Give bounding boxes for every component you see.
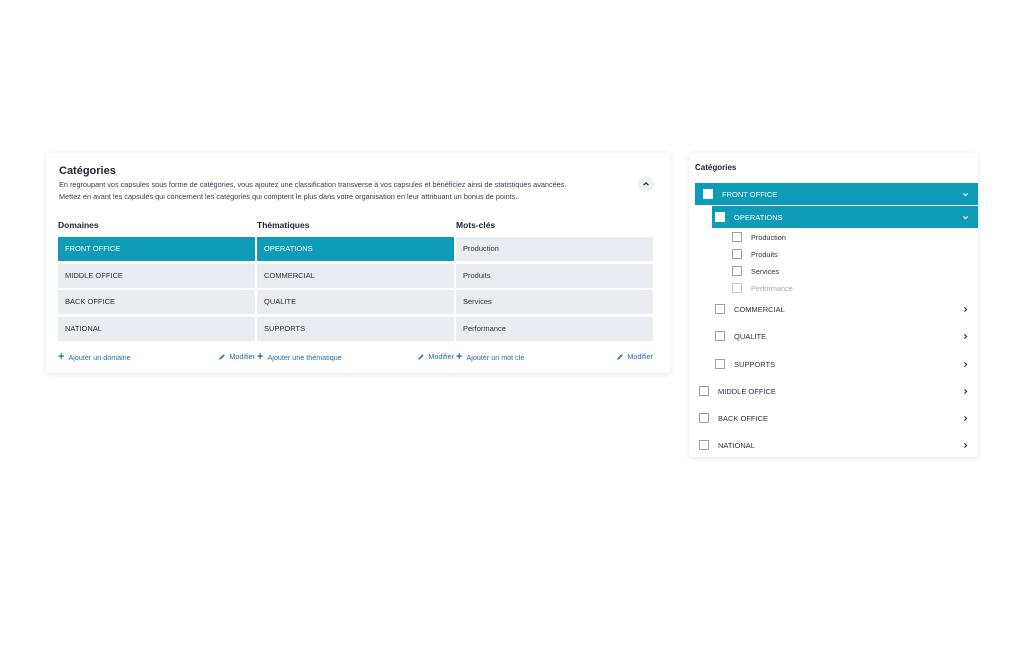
keywords-actions: + Ajouter un mot clé Modifier: [456, 352, 653, 364]
checkbox[interactable]: [715, 331, 725, 341]
description-line-2: Mettez en avant les capsules qui concern…: [59, 192, 518, 201]
tree-domain-back-office[interactable]: BACK OFFICE: [699, 407, 978, 429]
domain-item-national[interactable]: NATIONAL: [58, 316, 255, 341]
theme-item-qualite[interactable]: QUALITE: [257, 290, 454, 314]
tree-label: OPERATIONS: [734, 212, 783, 222]
keywords-column: Mots-clés Production Produits Services P…: [456, 217, 653, 343]
edit-keyword-link[interactable]: Modifier: [616, 352, 653, 361]
add-domain-label: Ajouter un domaine: [68, 352, 131, 362]
domains-header: Domaines: [58, 220, 99, 230]
pencil-icon: [218, 353, 226, 361]
panel-title: Catégories: [59, 165, 116, 177]
edit-domain-label: Modifier: [229, 352, 255, 361]
chevron-right-icon: [960, 330, 970, 342]
tree-title: Catégories: [695, 163, 737, 172]
tree-label: MIDDLE OFFICE: [718, 386, 776, 396]
checkbox[interactable]: [699, 386, 709, 396]
checkbox[interactable]: [715, 212, 725, 222]
keywords-header: Mots-clés: [456, 220, 496, 230]
tree-domain-middle-office[interactable]: MIDDLE OFFICE: [699, 380, 978, 402]
checkbox[interactable]: [715, 359, 725, 369]
tree-label: COMMERCIAL: [734, 304, 785, 314]
theme-item-operations[interactable]: OPERATIONS: [257, 237, 454, 261]
theme-item-supports[interactable]: SUPPORTS: [257, 316, 454, 341]
checkbox[interactable]: [732, 232, 742, 242]
tree-label: NATIONAL: [718, 440, 755, 450]
tree-label: Production: [751, 232, 786, 242]
checkbox[interactable]: [699, 440, 709, 450]
tree-theme-qualite[interactable]: QUALITE: [715, 325, 978, 347]
chevron-right-icon: [960, 303, 970, 315]
tree-theme-commercial[interactable]: COMMERCIAL: [715, 298, 978, 320]
description-line-1: En regroupant vos capsules sous forme de…: [59, 180, 567, 189]
chevron-right-icon: [960, 439, 970, 451]
categories-panel: Catégories En regroupant vos capsules so…: [46, 153, 670, 373]
add-keyword-link[interactable]: + Ajouter un mot clé: [456, 351, 525, 363]
checkbox[interactable]: [732, 249, 742, 259]
pencil-icon: [417, 353, 425, 361]
chevron-right-icon: [960, 412, 970, 424]
themes-actions: + Ajouter une thématique Modifier: [257, 352, 454, 364]
pencil-icon: [616, 353, 624, 361]
domains-column: Domaines FRONT OFFICE MIDDLE OFFICE BACK…: [58, 217, 255, 343]
panel-description: En regroupant vos capsules sous forme de…: [59, 179, 619, 203]
chevron-down-icon: [960, 188, 970, 200]
tree-keyword-production[interactable]: Production: [732, 230, 786, 244]
checkbox[interactable]: [703, 189, 713, 199]
plus-icon: +: [257, 351, 264, 363]
categories-tree-panel: Catégories FRONT OFFICE OPERATIONS Produ…: [689, 153, 978, 457]
tree-label: SUPPORTS: [734, 359, 776, 369]
chevron-right-icon: [960, 385, 970, 397]
plus-icon: +: [58, 351, 65, 363]
add-keyword-label: Ajouter un mot clé: [466, 352, 525, 362]
edit-keyword-label: Modifier: [627, 352, 653, 361]
tree-domain-front-office[interactable]: FRONT OFFICE: [695, 183, 978, 205]
tree-label: QUALITE: [734, 331, 767, 341]
domain-item-back-office[interactable]: BACK OFFICE: [58, 290, 255, 314]
tree-label: Produits: [751, 249, 778, 259]
tree-keyword-produits[interactable]: Produits: [732, 247, 778, 261]
tree-label: BACK OFFICE: [718, 413, 769, 423]
theme-item-commercial[interactable]: COMMERCIAL: [257, 263, 454, 288]
checkbox[interactable]: [732, 283, 742, 293]
keyword-item-production[interactable]: Production: [456, 237, 653, 261]
edit-theme-link[interactable]: Modifier: [417, 352, 454, 361]
add-theme-label: Ajouter une thématique: [267, 352, 342, 362]
keyword-item-produits[interactable]: Produits: [456, 263, 653, 288]
edit-domain-link[interactable]: Modifier: [218, 352, 255, 361]
tree-label: Services: [751, 266, 779, 276]
tree-theme-operations[interactable]: OPERATIONS: [712, 206, 978, 228]
themes-header: Thématiques: [257, 220, 310, 230]
add-theme-link[interactable]: + Ajouter une thématique: [257, 351, 342, 363]
tree-label: FRONT OFFICE: [722, 189, 778, 199]
tree-theme-supports[interactable]: SUPPORTS: [715, 353, 978, 375]
tree-keyword-services[interactable]: Services: [732, 264, 779, 278]
keyword-item-services[interactable]: Services: [456, 290, 653, 314]
domain-item-middle-office[interactable]: MIDDLE OFFICE: [58, 263, 255, 288]
tree-keyword-performance[interactable]: Performance: [732, 281, 793, 295]
edit-theme-label: Modifier: [428, 352, 454, 361]
chevron-right-icon: [960, 358, 970, 370]
tree-label: Performance: [751, 283, 793, 293]
chevron-down-icon: [960, 211, 970, 223]
checkbox[interactable]: [715, 304, 725, 314]
domain-item-front-office[interactable]: FRONT OFFICE: [58, 237, 255, 261]
domains-actions: + Ajouter un domaine Modifier: [58, 352, 255, 364]
add-domain-link[interactable]: + Ajouter un domaine: [58, 351, 131, 363]
chevron-up-icon: [643, 181, 649, 186]
keyword-item-performance[interactable]: Performance: [456, 316, 653, 341]
plus-icon: +: [456, 351, 463, 363]
checkbox[interactable]: [699, 413, 709, 423]
tree-domain-national[interactable]: NATIONAL: [699, 434, 978, 456]
themes-column: Thématiques OPERATIONS COMMERCIAL QUALIT…: [257, 217, 454, 343]
checkbox[interactable]: [732, 266, 742, 276]
collapse-button[interactable]: [638, 176, 654, 192]
